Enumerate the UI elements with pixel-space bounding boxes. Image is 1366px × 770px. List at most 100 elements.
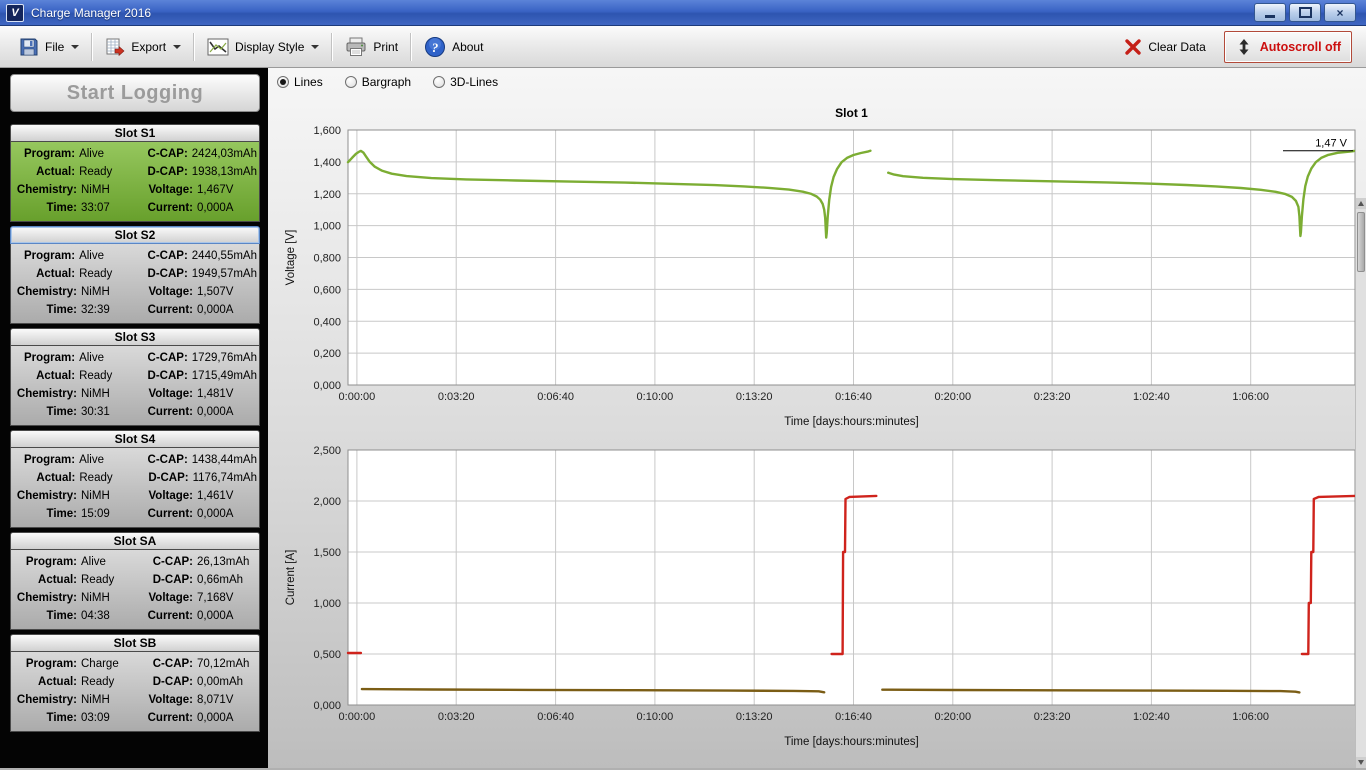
dcap-label: D-CAP:: [128, 367, 188, 385]
chemistry-label: Chemistry:: [11, 691, 77, 709]
slot-panel-3[interactable]: Slot S3 Program: Alive C-CAP: 1729,76mAh…: [10, 328, 260, 426]
dcap-value: 0,66mAh: [193, 571, 257, 589]
svg-text:0:10:00: 0:10:00: [637, 391, 674, 403]
slot-header[interactable]: Slot S4: [10, 430, 260, 448]
slot-row: Program: Alive C-CAP: 1438,44mAh: [11, 451, 257, 469]
chart-style-icon: [206, 36, 230, 58]
voltage-value: 7,168V: [193, 589, 257, 607]
slot-panel-6[interactable]: Slot SB Program: Charge C-CAP: 70,12mAh …: [10, 634, 260, 732]
print-button[interactable]: Print: [336, 31, 406, 63]
toolbar-right-group: Clear Data Autoscroll off: [1115, 31, 1356, 63]
time-label: Time:: [11, 709, 77, 727]
time-label: Time:: [11, 403, 77, 421]
actual-value: Ready: [77, 571, 131, 589]
slot-row: Program: Charge C-CAP: 70,12mAh: [11, 655, 257, 673]
ccap-label: C-CAP:: [128, 247, 188, 265]
time-value: 30:31: [77, 403, 131, 421]
actual-value: Ready: [75, 265, 128, 283]
slot-row: Actual: Ready D-CAP: 0,66mAh: [11, 571, 257, 589]
svg-text:Slot 1: Slot 1: [835, 106, 868, 120]
voltage-label: Voltage:: [131, 181, 193, 199]
slot-panel-2[interactable]: Slot S2 Program: Alive C-CAP: 2440,55mAh…: [10, 226, 260, 324]
about-button[interactable]: ? About: [415, 30, 491, 64]
slot-row: Time: 15:09 Current: 0,000A: [11, 505, 257, 523]
slot-row: Actual: Ready D-CAP: 1176,74mAh: [11, 469, 257, 487]
dcap-value: 1176,74mAh: [189, 469, 257, 487]
svg-text:1,000: 1,000: [313, 221, 341, 233]
voltage-label: Voltage:: [131, 385, 193, 403]
slot-body: Program: Charge C-CAP: 70,12mAh Actual: …: [10, 652, 260, 732]
slot-row: Chemistry: NiMH Voltage: 1,467V: [11, 181, 257, 199]
display-style-menu-button[interactable]: Display Style: [198, 31, 327, 63]
chevron-down-icon: [71, 45, 79, 49]
ccap-label: C-CAP:: [131, 655, 193, 673]
scrollbar-thumb[interactable]: [1357, 212, 1365, 272]
svg-text:0:03:20: 0:03:20: [438, 711, 475, 723]
voltage-value: 1,481V: [193, 385, 257, 403]
time-value: 33:07: [77, 199, 131, 217]
minimize-button[interactable]: [1254, 3, 1286, 22]
voltage-label: Voltage:: [131, 589, 193, 607]
slot-row: Actual: Ready D-CAP: 1715,49mAh: [11, 367, 257, 385]
chemistry-label: Chemistry:: [11, 385, 77, 403]
slot-row: Chemistry: NiMH Voltage: 1,507V: [11, 283, 257, 301]
svg-text:0:00:00: 0:00:00: [339, 391, 376, 403]
close-button[interactable]: ×: [1324, 3, 1356, 22]
slot-header[interactable]: Slot S3: [10, 328, 260, 346]
radio-3d-lines[interactable]: 3D-Lines: [433, 75, 498, 89]
slot-panel-4[interactable]: Slot S4 Program: Alive C-CAP: 1438,44mAh…: [10, 430, 260, 528]
dcap-label: D-CAP:: [128, 265, 188, 283]
file-menu-button[interactable]: File: [10, 31, 87, 63]
radio-lines[interactable]: Lines: [277, 75, 323, 89]
chemistry-label: Chemistry:: [11, 589, 77, 607]
current-chart: 0:00:000:03:200:06:400:10:000:13:200:16:…: [270, 430, 1356, 770]
slot-header[interactable]: Slot S2: [10, 226, 260, 244]
slot-header[interactable]: Slot S1: [10, 124, 260, 142]
ccap-label: C-CAP:: [131, 553, 193, 571]
svg-text:1,500: 1,500: [313, 547, 341, 559]
vertical-scrollbar[interactable]: [1355, 198, 1366, 768]
slot-panel-5[interactable]: Slot SA Program: Alive C-CAP: 26,13mAh A…: [10, 532, 260, 630]
ccap-value: 26,13mAh: [193, 553, 257, 571]
svg-text:0,800: 0,800: [313, 253, 341, 265]
current-value: 0,000A: [193, 301, 257, 319]
dcap-label: D-CAP:: [128, 163, 188, 181]
toolbar-separator: [331, 33, 332, 61]
actual-value: Ready: [75, 367, 128, 385]
slot-header[interactable]: Slot SA: [10, 532, 260, 550]
radio-bargraph[interactable]: Bargraph: [345, 75, 411, 89]
dcap-value: 1715,49mAh: [188, 367, 257, 385]
voltage-label: Voltage:: [131, 487, 193, 505]
chemistry-value: NiMH: [77, 385, 131, 403]
chemistry-value: NiMH: [77, 283, 131, 301]
autoscroll-toggle-button[interactable]: Autoscroll off: [1224, 31, 1352, 63]
slot-header[interactable]: Slot SB: [10, 634, 260, 652]
scroll-down-arrow[interactable]: [1356, 757, 1366, 768]
chemistry-value: NiMH: [77, 589, 131, 607]
svg-text:0,500: 0,500: [313, 649, 341, 661]
maximize-button[interactable]: [1289, 3, 1321, 22]
ccap-label: C-CAP:: [128, 145, 188, 163]
current-label: Current:: [131, 301, 193, 319]
toolbar: File Export Display Style Print: [0, 26, 1366, 68]
slot-row: Chemistry: NiMH Voltage: 8,071V: [11, 691, 257, 709]
svg-text:0:16:40: 0:16:40: [835, 391, 872, 403]
scroll-up-arrow[interactable]: [1356, 198, 1366, 209]
slot-panel-1[interactable]: Slot S1 Program: Alive C-CAP: 2424,03mAh…: [10, 124, 260, 222]
start-logging-button[interactable]: Start Logging: [10, 74, 260, 112]
current-value: 0,000A: [193, 607, 257, 625]
time-label: Time:: [11, 607, 77, 625]
slot-title: Slot S4: [115, 432, 156, 446]
ccap-value: 1438,44mAh: [188, 451, 257, 469]
slot-row: Program: Alive C-CAP: 26,13mAh: [11, 553, 257, 571]
slot-body: Program: Alive C-CAP: 1729,76mAh Actual:…: [10, 346, 260, 426]
slot-body: Program: Alive C-CAP: 26,13mAh Actual: R…: [10, 550, 260, 630]
actual-value: Ready: [75, 163, 128, 181]
export-menu-button[interactable]: Export: [96, 31, 189, 63]
clear-data-button[interactable]: Clear Data: [1115, 32, 1213, 62]
export-menu-label: Export: [131, 40, 166, 54]
svg-text:1,47 V: 1,47 V: [1315, 138, 1347, 150]
sidebar: Start Logging Slot S1 Program: Alive C-C…: [0, 68, 268, 768]
export-icon: [104, 36, 126, 58]
actual-label: Actual:: [11, 265, 75, 283]
